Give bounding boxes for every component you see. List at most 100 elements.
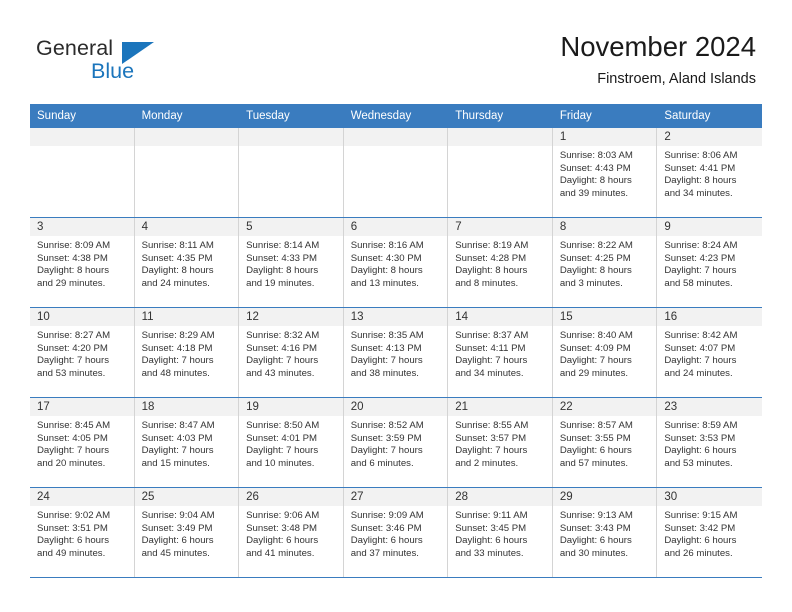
day-number: 19 [239,398,343,416]
calendar-cell-inner: 2 Sunrise: 8:06 AM Sunset: 4:41 PM Daylight… [657,128,762,217]
daylight-text-line1: Daylight: 7 hours [37,355,109,367]
day-number: 17 [30,398,134,416]
day-number: 1 [552,128,657,146]
calendar-day-cell[interactable]: 15 Sunrise: 8:40 AM Sunset: 4:09 PM Dayligh… [552,307,658,398]
sunset-text: Sunset: 4:25 PM [559,252,631,264]
sunrise-text: Sunrise: 9:13 AM [559,510,633,521]
calendar-day-cell[interactable]: 10 Sunrise: 8:27 AM Sunset: 4:20 PM Dayligh… [30,307,135,398]
calendar-cell-inner: 16 Sunrise: 8:42 AM Sunset: 4:07 PM Dayligh… [657,308,762,397]
day-number: 8 [552,218,657,236]
sunset-text: Sunset: 4:28 PM [455,252,527,264]
daylight-text-line2: and 49 minutes. [37,547,106,559]
sunrise-text: Sunrise: 8:50 AM [246,420,320,431]
calendar-day-cell[interactable]: 3 Sunrise: 8:09 AM Sunset: 4:38 PM Daylight… [30,217,135,308]
calendar-day-cell[interactable]: 20 Sunrise: 8:52 AM Sunset: 3:59 PM Dayligh… [343,397,449,488]
calendar-day-cell[interactable]: 21 Sunrise: 8:55 AM Sunset: 3:57 PM Dayligh… [448,397,553,488]
calendar-day-cell[interactable]: 7 Sunrise: 8:19 AM Sunset: 4:28 PM Daylight… [448,217,553,308]
page-title: November 2024 [560,31,756,62]
calendar-day-cell[interactable]: 8 Sunrise: 8:22 AM Sunset: 4:25 PM Daylight… [552,217,658,308]
calendar-day-cell[interactable]: 5 Sunrise: 8:14 AM Sunset: 4:33 PM Daylight… [239,217,344,308]
calendar-week-row: 1 Sunrise: 8:03 AM Sunset: 4:43 PM Daylight… [30,128,762,218]
calendar-day-cell[interactable]: 28 Sunrise: 9:11 AM Sunset: 3:45 PM Dayligh… [448,487,553,578]
calendar-day-cell[interactable]: 19 Sunrise: 8:50 AM Sunset: 4:01 PM Dayligh… [239,397,344,488]
page-header: General Blue November 2024 Finstroem, Al… [0,0,792,103]
calendar-day-cell[interactable]: 25 Sunrise: 9:04 AM Sunset: 3:49 PM Dayligh… [134,487,240,578]
daylight-text-line1: Daylight: 7 hours [350,355,423,367]
sunset-text: Sunset: 4:23 PM [664,252,736,264]
calendar-day-cell[interactable]: 23 Sunrise: 8:59 AM Sunset: 3:53 PM Dayligh… [657,397,762,488]
sunset-text: Sunset: 4:20 PM [37,342,108,354]
daylight-text-line1: Daylight: 8 hours [559,175,632,187]
sunrise-text: Sunrise: 8:42 AM [664,330,738,341]
daylight-text-line2: and 6 minutes. [350,457,414,469]
calendar-cell-inner: 9 Sunrise: 8:24 AM Sunset: 4:23 PM Daylight… [657,218,762,307]
calendar-day-cell[interactable]: 6 Sunrise: 8:16 AM Sunset: 4:30 PM Daylight… [343,217,449,308]
daylight-text-line1: Daylight: 7 hours [141,355,214,367]
sunrise-text: Sunrise: 8:03 AM [559,150,633,161]
calendar-day-cell[interactable]: 27 Sunrise: 9:09 AM Sunset: 3:46 PM Dayligh… [343,487,449,578]
daylight-text-line1: Daylight: 8 hours [664,175,737,187]
day-number: 21 [448,398,552,416]
sunset-text: Sunset: 3:51 PM [37,522,108,534]
calendar-day-cell[interactable]: 11 Sunrise: 8:29 AM Sunset: 4:18 PM Dayligh… [134,307,240,398]
calendar-day-cell[interactable]: 16 Sunrise: 8:42 AM Sunset: 4:07 PM Dayligh… [657,307,762,398]
calendar-day-cell[interactable]: 4 Sunrise: 8:11 AM Sunset: 4:35 PM Daylight… [134,217,240,308]
day-details: Sunrise: 8:37 AM Sunset: 4:11 PM Daylight:… [448,326,552,380]
calendar-day-cell[interactable]: 22 Sunrise: 8:57 AM Sunset: 3:55 PM Dayligh… [552,397,658,488]
calendar-day-cell[interactable]: 14 Sunrise: 8:37 AM Sunset: 4:11 PM Dayligh… [448,307,553,398]
sunset-text: Sunset: 3:49 PM [141,522,213,534]
daylight-text-line1: Daylight: 8 hours [246,265,319,277]
weekday-header-thursday: Thursday [448,104,553,128]
calendar-cell-inner: 13 Sunrise: 8:35 AM Sunset: 4:13 PM Dayligh… [343,308,449,397]
calendar-day-cell[interactable]: 30 Sunrise: 9:15 AM Sunset: 3:42 PM Dayligh… [657,487,762,578]
daylight-text-line2: and 20 minutes. [37,457,106,469]
calendar-cell-inner: 27 Sunrise: 9:09 AM Sunset: 3:46 PM Dayligh… [343,488,449,577]
calendar-day-cell[interactable]: 1 Sunrise: 8:03 AM Sunset: 4:43 PM Daylight… [552,128,658,218]
day-number: 14 [448,308,552,326]
sunset-text: Sunset: 4:38 PM [37,252,108,264]
sunrise-text: Sunrise: 8:29 AM [141,330,215,341]
daylight-text-line2: and 34 minutes. [664,187,733,199]
daylight-text-line2: and 29 minutes. [37,277,106,289]
daylight-text-line2: and 30 minutes. [559,547,629,559]
sunrise-text: Sunrise: 8:24 AM [664,240,738,251]
weekday-header-wednesday: Wednesday [343,104,449,128]
sunset-text: Sunset: 3:43 PM [559,522,631,534]
sunset-text: Sunset: 4:35 PM [141,252,213,264]
day-details: Sunrise: 8:16 AM Sunset: 4:30 PM Daylight:… [344,236,448,290]
calendar-day-cell[interactable]: 9 Sunrise: 8:24 AM Sunset: 4:23 PM Daylight… [657,217,762,308]
calendar-day-cell[interactable]: 17 Sunrise: 8:45 AM Sunset: 4:05 PM Dayligh… [30,397,135,488]
calendar-day-cell[interactable]: 18 Sunrise: 8:47 AM Sunset: 4:03 PM Dayligh… [134,397,240,488]
calendar-day-cell[interactable]: 26 Sunrise: 9:06 AM Sunset: 3:48 PM Dayligh… [239,487,344,578]
daylight-text-line1: Daylight: 6 hours [455,535,528,547]
day-details: Sunrise: 9:15 AM Sunset: 3:42 PM Daylight:… [657,506,762,560]
calendar-cell-inner: 19 Sunrise: 8:50 AM Sunset: 4:01 PM Dayligh… [239,398,344,487]
sunset-text: Sunset: 3:53 PM [664,432,736,444]
sunrise-text: Sunrise: 8:37 AM [455,330,529,341]
sunset-text: Sunset: 3:45 PM [455,522,527,534]
daylight-text-line2: and 53 minutes. [664,457,733,469]
daylight-text-line1: Daylight: 6 hours [664,535,737,547]
day-details: Sunrise: 8:03 AM Sunset: 4:43 PM Daylight:… [553,146,657,200]
general-blue-logo[interactable]: General Blue [36,36,216,88]
day-details: Sunrise: 8:42 AM Sunset: 4:07 PM Daylight:… [657,326,762,380]
day-number: 20 [343,398,448,416]
calendar-day-cell[interactable]: 29 Sunrise: 9:13 AM Sunset: 3:43 PM Dayligh… [552,487,658,578]
daylight-text-line2: and 45 minutes. [141,547,210,559]
daylight-text-line1: Daylight: 8 hours [37,265,109,277]
daylight-text-line1: Daylight: 6 hours [664,445,737,457]
calendar-day-cell[interactable]: 13 Sunrise: 8:35 AM Sunset: 4:13 PM Dayligh… [343,307,449,398]
calendar-cell-empty [134,128,240,218]
day-details: Sunrise: 8:27 AM Sunset: 4:20 PM Daylight:… [30,326,134,380]
calendar-day-cell[interactable]: 2 Sunrise: 8:06 AM Sunset: 4:41 PM Daylight… [657,128,762,218]
daylight-text-line1: Daylight: 8 hours [559,265,632,277]
day-number: 2 [657,128,762,146]
day-details: Sunrise: 8:35 AM Sunset: 4:13 PM Daylight:… [344,326,448,380]
daylight-text-line2: and 3 minutes. [559,277,623,289]
calendar-cell-inner: 29 Sunrise: 9:13 AM Sunset: 3:43 PM Dayligh… [552,488,658,577]
daylight-text-line1: Daylight: 6 hours [246,535,319,547]
calendar-day-cell[interactable]: 12 Sunrise: 8:32 AM Sunset: 4:16 PM Dayligh… [239,307,344,398]
calendar-day-cell[interactable]: 24 Sunrise: 9:02 AM Sunset: 3:51 PM Dayligh… [30,487,135,578]
day-details: Sunrise: 8:52 AM Sunset: 3:59 PM Daylight:… [344,416,448,470]
day-number: 9 [657,218,762,236]
